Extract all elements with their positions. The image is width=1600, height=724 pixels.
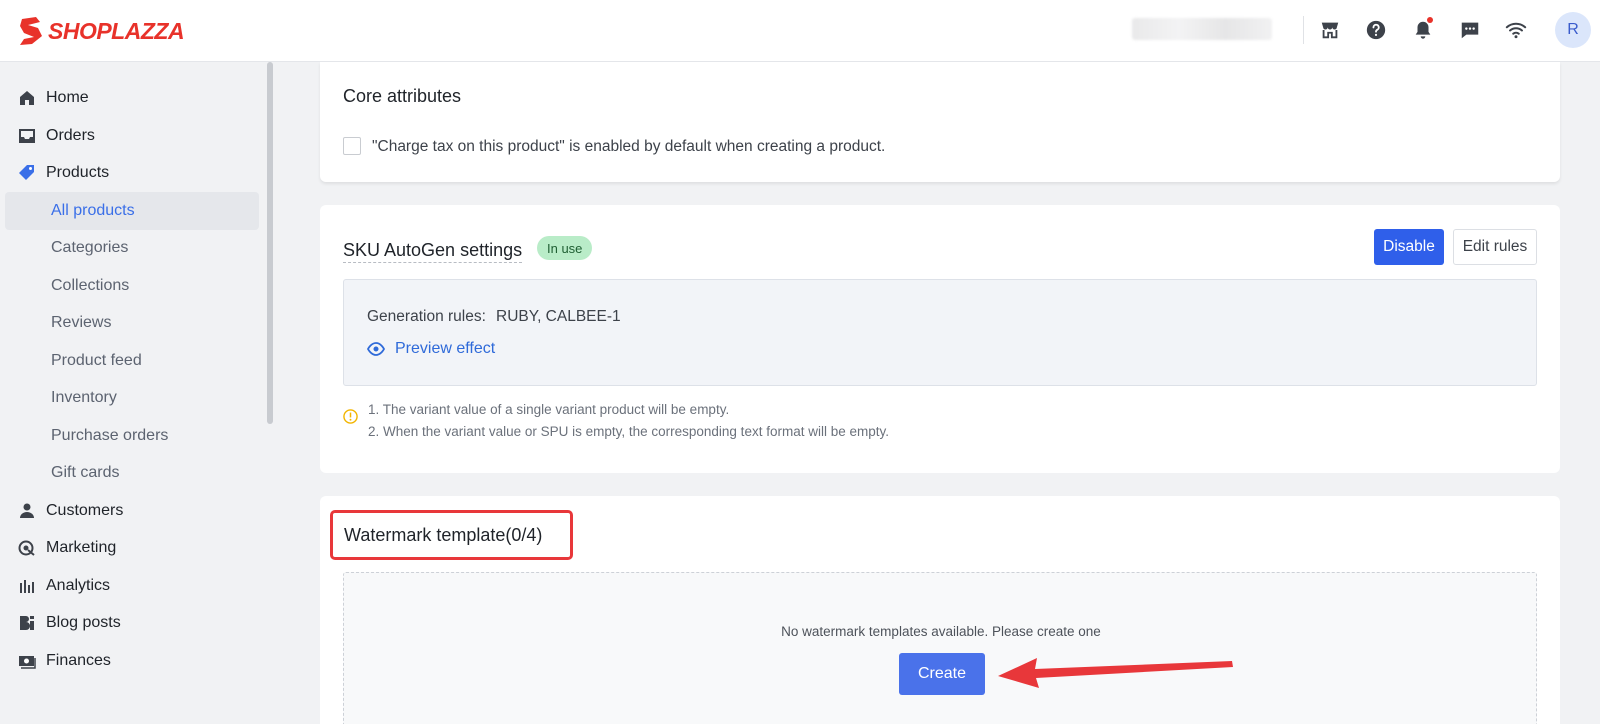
generation-rules-box: Generation rules: RUBY, CALBEE-1 Preview…: [343, 279, 1537, 386]
help-icon[interactable]: [1364, 18, 1388, 42]
sidebar-item-finances[interactable]: Finances: [0, 642, 260, 680]
preview-effect-link[interactable]: Preview effect: [367, 340, 495, 358]
sidebar-item-customers[interactable]: Customers: [0, 492, 260, 530]
watermark-empty-state: No watermark templates available. Please…: [343, 572, 1537, 724]
sidebar-subitem-label: Gift cards: [51, 464, 120, 481]
analytics-icon: [18, 577, 36, 595]
sidebar-subitem-all-products[interactable]: All products: [5, 192, 259, 230]
person-icon: [18, 502, 36, 520]
sidebar-subitem-label: All products: [51, 202, 135, 219]
store-name-redacted[interactable]: [1132, 18, 1272, 40]
home-icon: [18, 89, 36, 107]
sidebar: Home Orders Products All products Catego…: [0, 62, 268, 724]
sidebar-item-blog-posts[interactable]: Blog posts: [0, 604, 260, 642]
empty-state-text: No watermark templates available. Please…: [781, 624, 1101, 639]
sidebar-subitem-categories[interactable]: Categories: [5, 229, 259, 267]
sku-note-2: 2. When the variant value or SPU is empt…: [368, 424, 889, 439]
brand-logo[interactable]: SHOPLAZZA: [18, 15, 185, 47]
wifi-icon[interactable]: [1504, 18, 1528, 42]
sku-note-1: 1. The variant value of a single variant…: [368, 402, 730, 417]
generation-rules-label: Generation rules:: [367, 308, 486, 325]
charge-tax-checkbox[interactable]: [343, 137, 361, 155]
sidebar-item-label: Blog posts: [46, 614, 121, 631]
generation-rules-value: RUBY, CALBEE-1: [496, 308, 621, 325]
top-bar: SHOPLAZZA R: [0, 0, 1600, 62]
watermark-card: Watermark template(0/4) No watermark tem…: [320, 496, 1560, 724]
notification-bell-icon[interactable]: [1411, 17, 1435, 42]
topbar-divider: [1303, 16, 1304, 44]
blog-icon: [18, 614, 36, 632]
sidebar-subitem-label: Reviews: [51, 314, 112, 331]
sidebar-item-home[interactable]: Home: [0, 79, 260, 117]
charge-tax-label: "Charge tax on this product" is enabled …: [372, 138, 886, 155]
shoplazza-logo-icon: [20, 17, 42, 45]
edit-rules-button[interactable]: Edit rules: [1453, 229, 1537, 265]
status-badge: In use: [537, 236, 593, 260]
sidebar-item-label: Analytics: [46, 577, 111, 594]
sidebar-subitem-label: Categories: [51, 239, 129, 256]
sku-autogen-title: SKU AutoGen settings: [343, 240, 523, 263]
sidebar-subitem-label: Purchase orders: [51, 427, 169, 444]
store-icon[interactable]: [1318, 18, 1342, 42]
eye-icon: [367, 342, 385, 356]
disable-button[interactable]: Disable: [1374, 229, 1444, 265]
sidebar-subitem-purchase-orders[interactable]: Purchase orders: [5, 417, 259, 455]
watermark-title: Watermark template(0/4): [330, 510, 573, 560]
core-attributes-title: Core attributes: [343, 86, 462, 106]
sidebar-subitem-reviews[interactable]: Reviews: [5, 304, 259, 342]
message-icon[interactable]: [1458, 18, 1482, 42]
finances-icon: [18, 652, 36, 670]
sidebar-subitem-product-feed[interactable]: Product feed: [5, 342, 259, 380]
sidebar-item-products[interactable]: Products: [0, 154, 260, 192]
sidebar-item-label: Products: [46, 164, 110, 181]
sidebar-item-label: Customers: [46, 502, 124, 519]
core-attributes-card: Core attributes "Charge tax on this prod…: [320, 62, 1560, 182]
sidebar-item-label: Marketing: [46, 539, 117, 556]
sidebar-item-label: Finances: [46, 652, 111, 669]
tag-icon: [18, 164, 36, 182]
sidebar-subitem-label: Product feed: [51, 352, 142, 369]
sidebar-subitem-label: Inventory: [51, 389, 117, 406]
sidebar-item-label: Orders: [46, 127, 95, 144]
preview-effect-label: Preview effect: [395, 340, 496, 357]
annotation-arrow-icon: [998, 658, 1233, 688]
create-button[interactable]: Create: [899, 653, 985, 695]
orders-icon: [18, 127, 36, 145]
sidebar-subitem-collections[interactable]: Collections: [5, 267, 259, 305]
sku-autogen-card: SKU AutoGen settings In use Disable Edit…: [320, 205, 1560, 473]
sidebar-subitem-label: Collections: [51, 277, 130, 294]
sidebar-subitem-inventory[interactable]: Inventory: [5, 379, 259, 417]
user-avatar[interactable]: R: [1555, 12, 1591, 48]
sidebar-subitem-gift-cards[interactable]: Gift cards: [5, 454, 259, 492]
sidebar-item-label: Home: [46, 89, 89, 106]
sidebar-item-orders[interactable]: Orders: [0, 117, 260, 155]
sidebar-item-marketing[interactable]: Marketing: [0, 529, 260, 567]
notification-dot: [1427, 17, 1433, 23]
brand-name: SHOPLAZZA: [48, 17, 185, 44]
sidebar-item-analytics[interactable]: Analytics: [0, 567, 260, 605]
sidebar-scrollbar[interactable]: [267, 62, 273, 424]
warning-icon: [343, 409, 358, 424]
marketing-icon: [18, 539, 36, 557]
